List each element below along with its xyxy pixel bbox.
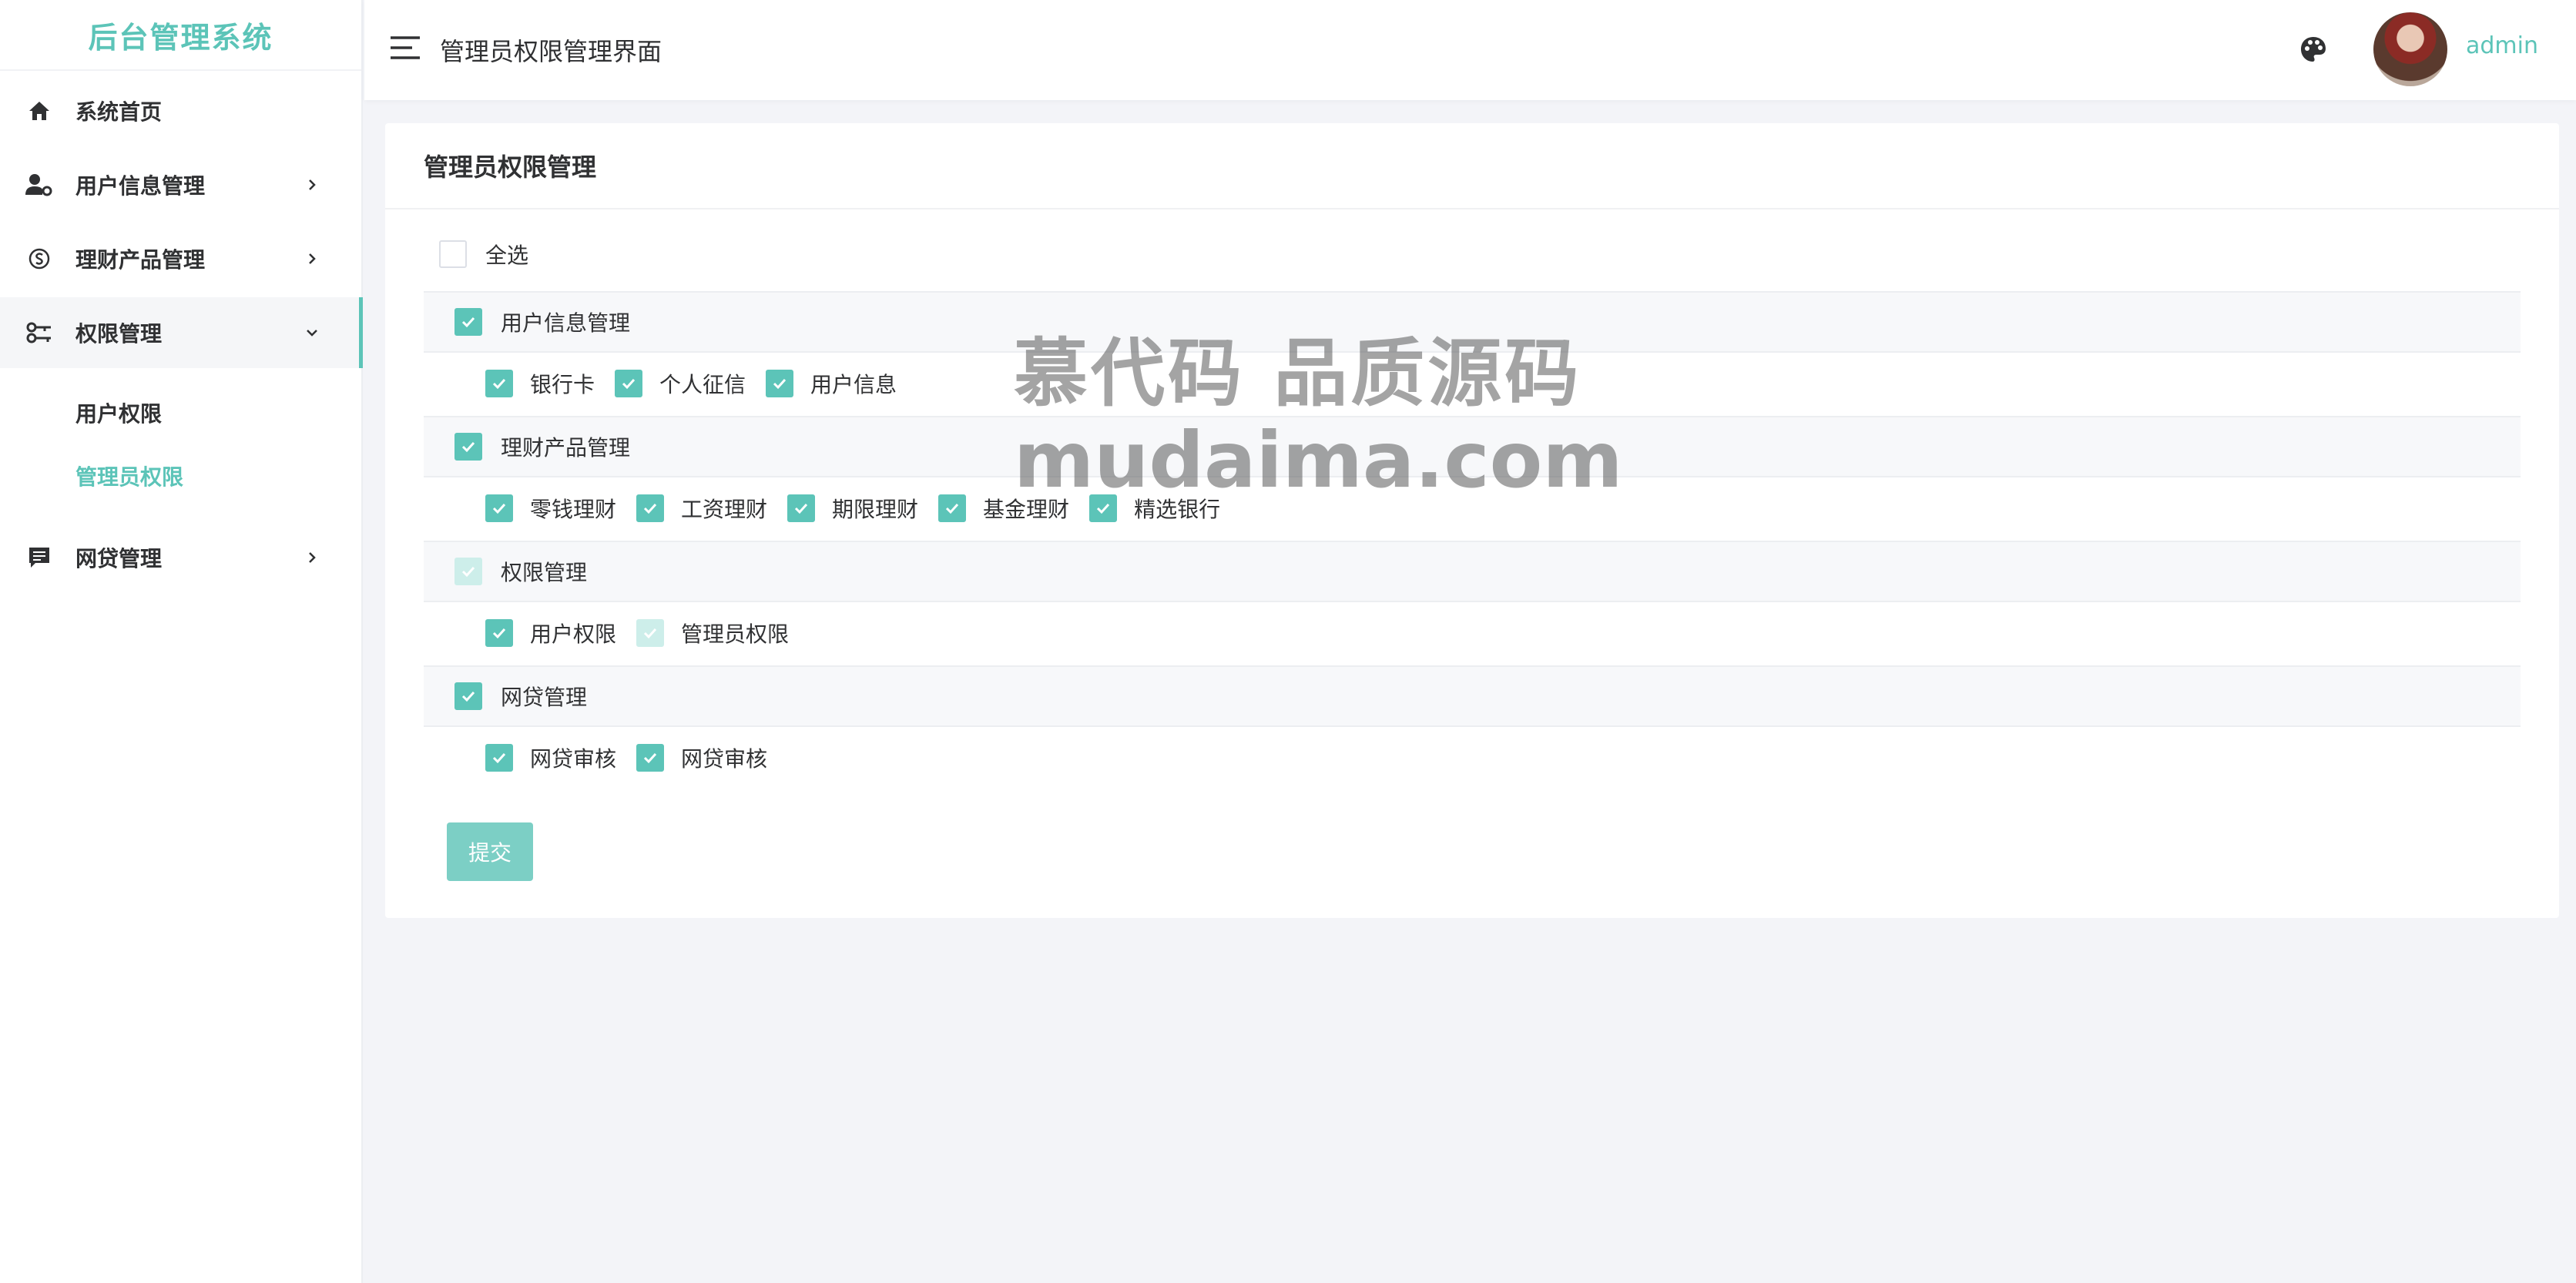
group-checkbox[interactable]: 用户信息管理: [454, 307, 630, 337]
permission-checkbox[interactable]: 用户信息: [766, 368, 897, 399]
checkbox-box: [766, 370, 794, 397]
checkbox-label: 工资理财: [681, 497, 768, 522]
permission-group-row: 网贷管理: [424, 665, 2521, 727]
permission-children-row: 零钱理财 工资理财 期限理财 基金理财 精选银行: [424, 477, 2521, 539]
checkbox-box: [439, 240, 467, 268]
checkbox-box: [454, 558, 482, 585]
sidebar-item-label: 网贷管理: [75, 546, 163, 571]
checkbox-box: [454, 308, 482, 336]
permission-checkbox[interactable]: 银行卡: [485, 368, 595, 399]
checkbox-box: [636, 744, 665, 772]
sidebar-item-loans[interactable]: 网贷管理: [0, 522, 363, 593]
brand-title: 后台管理系统: [0, 0, 361, 71]
checkbox-label: 期限理财: [832, 497, 919, 522]
checkbox-label: 权限管理: [501, 560, 588, 585]
checkbox-box: [485, 494, 513, 522]
sidebar-item-label: 系统首页: [75, 99, 163, 125]
group-checkbox[interactable]: 权限管理: [454, 556, 587, 587]
sidebar: 后台管理系统 系统首页 用户信息管理 理财产品管理 权限管理 用户权限 管理员权…: [0, 0, 363, 1283]
checkbox-label: 银行卡: [530, 372, 595, 397]
sidebar-subitem-user-permissions[interactable]: 用户权限: [75, 390, 162, 436]
select-all-row: 全选: [424, 231, 2521, 277]
chevron-right-icon: [302, 175, 322, 195]
home-icon: [25, 96, 54, 126]
checkbox-box: [485, 744, 513, 772]
group-checkbox[interactable]: 理财产品管理: [454, 431, 630, 462]
permission-checkbox[interactable]: 管理员权限: [636, 618, 789, 648]
permission-checkbox[interactable]: 个人征信: [615, 368, 746, 399]
sidebar-item-finance[interactable]: 理财产品管理: [0, 223, 363, 294]
permission-children-row: 网贷审核 网贷审核: [424, 727, 2521, 789]
key-icon: [25, 318, 54, 347]
top-header: 管理员权限管理界面 admin: [364, 0, 2576, 100]
checkbox-box: [938, 494, 967, 522]
checkbox-label: 用户信息管理: [501, 310, 631, 336]
user-settings-icon: [25, 170, 54, 199]
chevron-right-icon: [302, 249, 322, 269]
checkbox-box: [485, 370, 513, 397]
checkbox-label: 网贷审核: [530, 746, 617, 772]
checkbox-box: [454, 433, 482, 461]
sidebar-item-home[interactable]: 系统首页: [0, 75, 363, 146]
checkbox-box: [787, 494, 816, 522]
submit-button[interactable]: 提交: [447, 822, 533, 881]
checkbox-box: [485, 619, 513, 647]
sidebar-item-label: 权限管理: [75, 321, 163, 347]
permission-group-row: 用户信息管理: [424, 291, 2521, 353]
checkbox-box: [636, 494, 665, 522]
group-checkbox[interactable]: 网贷管理: [454, 681, 587, 712]
sidebar-item-label: 用户信息管理: [75, 173, 206, 199]
checkbox-label: 精选银行: [1134, 497, 1221, 522]
permission-checkbox[interactable]: 网贷审核: [485, 742, 616, 773]
sidebar-item-user-info[interactable]: 用户信息管理: [0, 149, 363, 220]
permission-checkbox[interactable]: 精选银行: [1089, 493, 1220, 524]
permission-checkbox[interactable]: 工资理财: [636, 493, 767, 524]
message-icon: [25, 543, 54, 572]
checkbox-label: 零钱理财: [530, 497, 617, 522]
avatar[interactable]: [2373, 12, 2447, 86]
checkbox-label: 用户权限: [530, 621, 617, 647]
sidebar-item-permissions[interactable]: 权限管理: [0, 297, 363, 368]
permission-checkbox[interactable]: 期限理财: [787, 493, 918, 524]
checkbox-box: [1089, 494, 1118, 522]
checkbox-box: [454, 682, 482, 710]
permission-children-row: 银行卡 个人征信 用户信息: [424, 353, 2521, 414]
checkbox-box: [636, 619, 665, 647]
permission-group-row: 理财产品管理: [424, 416, 2521, 477]
permissions-card: 管理员权限管理 全选 用户信息管理银行卡 个人征信 用户信息理财产品管理零钱理财 工资…: [385, 123, 2559, 918]
checkbox-label: 网贷管理: [501, 685, 588, 710]
checkbox-label: 理财产品管理: [501, 435, 631, 461]
finance-icon: [25, 244, 54, 273]
permission-checkbox[interactable]: 用户权限: [485, 618, 616, 648]
sidebar-item-label: 理财产品管理: [75, 247, 206, 273]
menu-toggle-icon[interactable]: [389, 35, 421, 61]
checkbox-box: [615, 370, 643, 397]
checkbox-label: 用户信息: [810, 372, 897, 397]
permission-group-row: 权限管理: [424, 541, 2521, 602]
permission-checkbox[interactable]: 网贷审核: [636, 742, 767, 773]
permission-checkbox[interactable]: 基金理财: [938, 493, 1069, 524]
card-title: 管理员权限管理: [385, 123, 2559, 209]
permission-checkbox[interactable]: 零钱理财: [485, 493, 616, 524]
checkbox-label: 管理员权限: [681, 621, 790, 647]
select-all-checkbox[interactable]: 全选: [439, 239, 528, 270]
permission-children-row: 用户权限 管理员权限: [424, 602, 2521, 664]
chevron-right-icon: [302, 548, 322, 568]
palette-icon[interactable]: [2298, 34, 2329, 65]
checkbox-label: 个人征信: [659, 372, 746, 397]
chevron-down-icon: [302, 323, 322, 343]
username[interactable]: admin: [2466, 32, 2538, 59]
checkbox-label: 网贷审核: [681, 746, 768, 772]
checkbox-label: 基金理财: [983, 497, 1070, 522]
sidebar-subitem-admin-permissions[interactable]: 管理员权限: [75, 453, 183, 499]
checkbox-label: 全选: [485, 243, 529, 268]
page-title: 管理员权限管理界面: [440, 37, 662, 66]
